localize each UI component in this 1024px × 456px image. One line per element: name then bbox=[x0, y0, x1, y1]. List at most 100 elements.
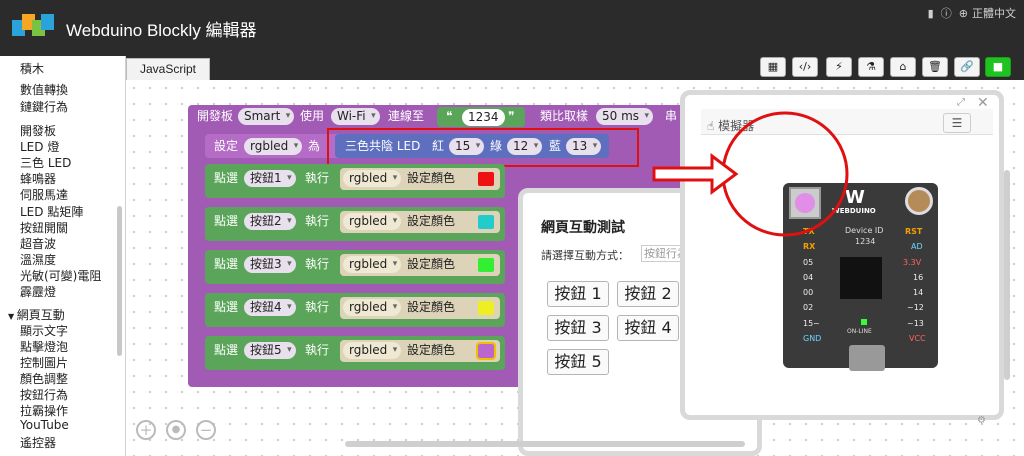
flash-button[interactable]: ⚡ bbox=[826, 57, 852, 77]
led-var-dropdown[interactable]: rgbled bbox=[343, 213, 402, 230]
annotation-overlay bbox=[652, 111, 849, 237]
sidebar-item[interactable]: 遙控器 bbox=[20, 434, 56, 451]
qrcode-button[interactable]: ▦ bbox=[760, 57, 786, 77]
language-link[interactable]: 正體中文 bbox=[972, 8, 1016, 20]
button-dropdown[interactable]: 按鈕5 bbox=[244, 342, 296, 359]
sidebar-item[interactable]: LED 燈 bbox=[20, 138, 59, 155]
led-var-dropdown[interactable]: rgbled bbox=[343, 170, 402, 187]
sidebar-item[interactable]: 控制圖片 bbox=[20, 354, 68, 371]
device-id-field[interactable]: 1234 bbox=[462, 109, 505, 126]
set-color-label: 設定顏色 bbox=[407, 300, 456, 314]
workspace-horizontal-scrollbar[interactable] bbox=[345, 441, 745, 447]
sim-button-2[interactable]: 按鈕 2 bbox=[617, 281, 679, 307]
tab-javascript[interactable]: JavaScript bbox=[126, 58, 210, 80]
set-color-label: 設定顏色 bbox=[407, 343, 456, 357]
button-dropdown[interactable]: 按鈕4 bbox=[244, 299, 296, 316]
sidebar-item[interactable]: 伺服馬達 bbox=[20, 186, 68, 203]
color-swatch[interactable] bbox=[476, 342, 496, 360]
sidebar-item[interactable]: 溫濕度 bbox=[20, 251, 56, 268]
pin-label: 16 bbox=[913, 273, 924, 282]
pin-label: 02 bbox=[803, 303, 814, 312]
button-dropdown[interactable]: 按鈕1 bbox=[244, 170, 296, 187]
webduino-logo-icon bbox=[12, 14, 54, 36]
click-label: 點選 bbox=[214, 171, 239, 185]
connect-to-label: 連線至 bbox=[388, 109, 425, 123]
info-icon[interactable]: ⓘ bbox=[941, 8, 952, 20]
led-var-dropdown[interactable]: rgbled bbox=[343, 342, 402, 359]
sidebar-item[interactable]: 顯示文字 bbox=[20, 322, 68, 339]
led-var-dropdown[interactable]: rgbled bbox=[343, 256, 402, 273]
color-swatch[interactable] bbox=[478, 258, 494, 272]
sidebar-item[interactable]: 積木 bbox=[20, 60, 44, 77]
sim-button-4[interactable]: 按鈕 4 bbox=[617, 315, 679, 341]
trash-button[interactable]: 🗑 bbox=[922, 57, 948, 77]
pin-label: GND bbox=[803, 334, 822, 343]
sidebar-category-expanded[interactable]: ▼ 網頁互動 bbox=[8, 306, 65, 323]
exec-label: 執行 bbox=[305, 343, 330, 357]
sidebar-item[interactable]: YouTube bbox=[20, 418, 69, 432]
pin-label: VCC bbox=[909, 334, 926, 343]
zoom-in-button[interactable]: + bbox=[136, 420, 156, 440]
caret-down-icon: ▼ bbox=[8, 312, 17, 321]
sidebar-item[interactable]: 開發板 bbox=[20, 122, 56, 139]
pin-label: RST bbox=[905, 227, 923, 236]
globe-icon[interactable]: ⊕ bbox=[959, 8, 968, 20]
sidebar-scrollbar[interactable] bbox=[117, 206, 122, 356]
sampling-label: 類比取樣 bbox=[540, 109, 589, 123]
sidebar-item[interactable]: 蜂鳴器 bbox=[20, 170, 56, 187]
exec-label: 執行 bbox=[305, 171, 330, 185]
expand-icon[interactable]: ⤢ bbox=[957, 97, 965, 108]
highlight-box bbox=[327, 128, 639, 167]
link-button[interactable]: 🔗 bbox=[954, 57, 980, 77]
run-button[interactable]: ■ bbox=[985, 57, 1011, 77]
flask-button[interactable]: ⚗ bbox=[858, 57, 884, 77]
sidebar-item[interactable]: 按鈕行為 bbox=[20, 386, 68, 403]
book-icon[interactable]: ▮ bbox=[928, 8, 934, 20]
variable-dropdown[interactable]: rgbled bbox=[244, 138, 303, 155]
sidebar-item[interactable]: 點擊燈泡 bbox=[20, 338, 68, 355]
exec-label: 執行 bbox=[305, 257, 330, 271]
zoom-out-button[interactable]: − bbox=[196, 420, 216, 440]
exec-label: 執行 bbox=[305, 300, 330, 314]
sim-button-3[interactable]: 按鈕 3 bbox=[547, 315, 609, 341]
sidebar-item[interactable]: 光敏(可變)電阻 bbox=[20, 267, 101, 284]
highlight-circle bbox=[721, 111, 849, 237]
board-type-dropdown[interactable]: Smart bbox=[238, 108, 295, 125]
button-dropdown[interactable]: 按鈕3 bbox=[244, 256, 296, 273]
set-color-label: 設定顏色 bbox=[407, 257, 456, 271]
sidebar-item[interactable]: 顏色調整 bbox=[20, 370, 68, 387]
sidebar-item[interactable]: 三色 LED bbox=[20, 154, 71, 171]
close-quote-icon: ❞ bbox=[508, 109, 515, 123]
sidebar-item[interactable]: 霹靂燈 bbox=[20, 283, 56, 300]
menu-icon[interactable]: ☰ bbox=[943, 113, 971, 133]
bank-button[interactable]: ⌂ bbox=[890, 57, 916, 77]
pin-label: ~13 bbox=[907, 319, 924, 328]
zoom-reset-button[interactable]: ● bbox=[166, 420, 186, 440]
connection-dropdown[interactable]: Wi-Fi bbox=[331, 108, 380, 125]
settings-icon[interactable]: ⚙ bbox=[977, 415, 986, 426]
sidebar-item[interactable]: 鏈鍵行為 bbox=[20, 98, 68, 115]
color-swatch[interactable] bbox=[478, 172, 494, 186]
sidebar-item[interactable]: 超音波 bbox=[20, 235, 56, 252]
pin-label: 05 bbox=[803, 258, 814, 267]
close-icon[interactable]: ✕ bbox=[977, 95, 989, 111]
exec-label: 執行 bbox=[305, 214, 330, 228]
set-label: 設定 bbox=[214, 139, 239, 153]
sidebar-item[interactable]: 按鈕開關 bbox=[20, 219, 68, 236]
color-swatch[interactable] bbox=[478, 215, 494, 229]
sidebar-item[interactable]: LED 點矩陣 bbox=[20, 203, 83, 220]
color-swatch[interactable] bbox=[478, 301, 494, 315]
click-label: 點選 bbox=[214, 300, 239, 314]
code-view-button[interactable]: ‹/› bbox=[792, 57, 818, 77]
button-dropdown[interactable]: 按鈕2 bbox=[244, 213, 296, 230]
sim-button-1[interactable]: 按鈕 1 bbox=[547, 281, 609, 307]
sidebar-item[interactable]: 數值轉換 bbox=[20, 81, 68, 98]
workspace-vertical-scrollbar[interactable] bbox=[1004, 170, 1010, 380]
sidebar-item[interactable]: 拉霸操作 bbox=[20, 402, 68, 419]
pin-label: AD bbox=[911, 242, 923, 251]
set-color-label: 設定顏色 bbox=[407, 171, 456, 185]
led-var-dropdown[interactable]: rgbled bbox=[343, 299, 402, 316]
pin-label: 3.3V bbox=[903, 258, 922, 267]
interaction-mode-label: 請選擇互動方式： bbox=[541, 249, 629, 262]
sim-button-5[interactable]: 按鈕 5 bbox=[547, 349, 609, 375]
